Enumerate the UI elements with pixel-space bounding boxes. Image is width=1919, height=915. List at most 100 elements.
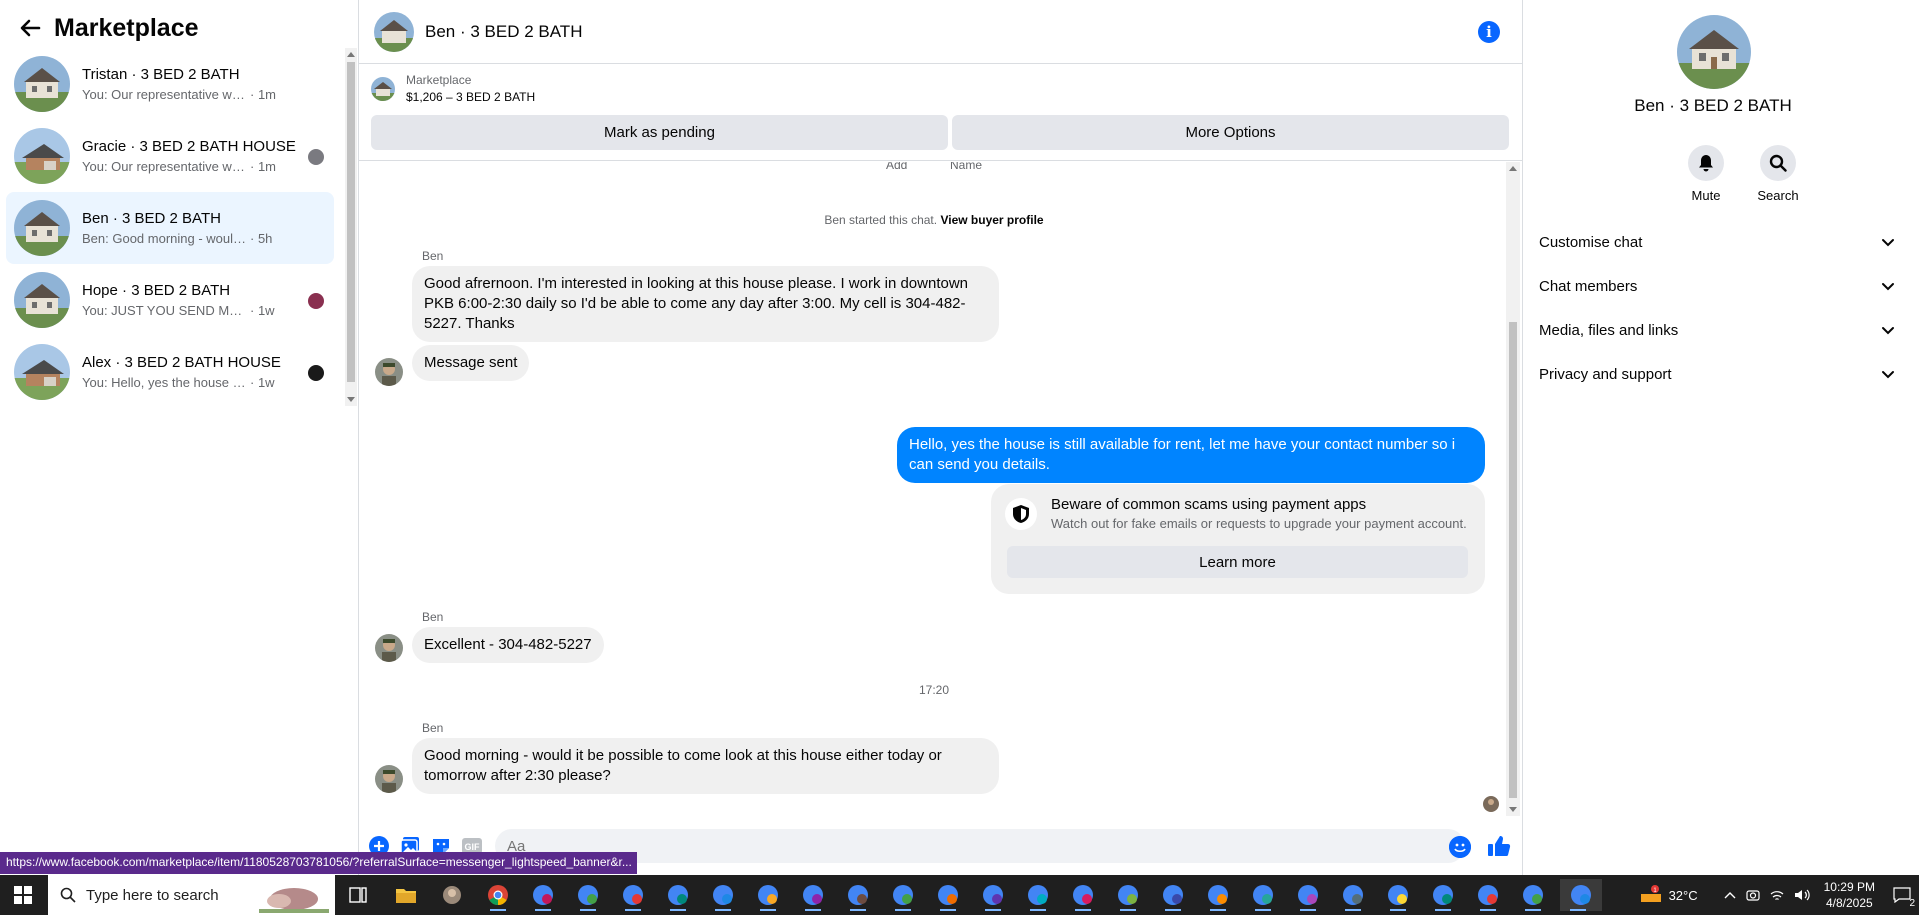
chrome-profile-icon[interactable] bbox=[1020, 879, 1056, 911]
chrome-profile-icon[interactable] bbox=[1335, 879, 1371, 911]
chrome-profile-icon[interactable] bbox=[1290, 879, 1326, 911]
taskbar-search-box[interactable]: Type here to search bbox=[48, 875, 335, 915]
chrome-profile-icon[interactable] bbox=[1245, 879, 1281, 911]
sender-name: Ben bbox=[422, 610, 444, 624]
chrome-profile-icon[interactable] bbox=[930, 879, 966, 911]
chevron-up-icon[interactable] bbox=[1724, 891, 1736, 899]
app-icon[interactable] bbox=[434, 879, 470, 911]
section-label: Media, files and links bbox=[1539, 321, 1679, 339]
chat-members-section[interactable]: Chat members bbox=[1539, 266, 1895, 306]
media-files-links-section[interactable]: Media, files and links bbox=[1539, 310, 1895, 350]
chrome-profile-icon[interactable] bbox=[705, 879, 741, 911]
sidebar-scrollbar[interactable] bbox=[345, 48, 357, 406]
cut-off-label: Name bbox=[950, 162, 983, 172]
sender-avatar[interactable] bbox=[375, 358, 403, 386]
chat-header: Ben · 3 BED 2 BATH i bbox=[359, 0, 1522, 64]
info-icon[interactable]: i bbox=[1478, 21, 1500, 43]
message-input[interactable] bbox=[495, 829, 1465, 863]
message-timestamp: 17:20 bbox=[918, 683, 950, 697]
weather-icon[interactable]: 1 bbox=[1639, 884, 1663, 906]
conversation-list: Tristan · 3 BED 2 BATH You: Our represen… bbox=[6, 48, 334, 408]
chrome-profile-icon[interactable] bbox=[1155, 879, 1191, 911]
profile-name: Ben · 3 BED 2 BATH bbox=[1634, 96, 1792, 115]
scam-warning-title: Beware of common scams using payment app… bbox=[1051, 496, 1367, 513]
svg-text:GIF: GIF bbox=[465, 842, 481, 852]
section-label: Privacy and support bbox=[1539, 365, 1672, 383]
file-explorer-icon[interactable] bbox=[388, 879, 424, 911]
learn-more-button[interactable]: Learn more bbox=[1007, 546, 1468, 578]
chrome-profile-icon[interactable] bbox=[1380, 879, 1416, 911]
chat-details-panel: Ben · 3 BED 2 BATH Mute Search Customise… bbox=[1522, 0, 1919, 875]
conversation-preview: You: Our representative will con... bbox=[82, 159, 247, 174]
chat-title[interactable]: Ben · 3 BED 2 BATH bbox=[425, 22, 582, 42]
chrome-profile-icon[interactable] bbox=[795, 879, 831, 911]
thread-scrollbar[interactable] bbox=[1506, 162, 1520, 816]
thumbs-up-icon[interactable] bbox=[1486, 833, 1512, 859]
conversation-item[interactable]: Hope · 3 BED 2 BATH You: JUST YOU SEND M… bbox=[6, 264, 334, 336]
system-tray: 1 32°C 10:29 PM 4/8/2025 2 bbox=[1639, 875, 1919, 915]
chrome-profile-icon[interactable] bbox=[660, 879, 696, 911]
conversation-name: Tristan · 3 BED 2 BATH bbox=[82, 66, 240, 83]
listing-thumbnail bbox=[14, 128, 70, 184]
conversation-item-selected[interactable]: Ben · 3 BED 2 BATH Ben: Good morning - w… bbox=[6, 192, 334, 264]
notification-center-icon[interactable]: 2 bbox=[1885, 875, 1919, 915]
chrome-profile-icon[interactable] bbox=[1425, 879, 1461, 911]
temperature[interactable]: 32°C bbox=[1669, 888, 1698, 903]
listing-thumbnail[interactable] bbox=[371, 76, 395, 101]
privacy-support-section[interactable]: Privacy and support bbox=[1539, 354, 1895, 394]
mark-as-pending-button[interactable]: Mark as pending bbox=[371, 115, 948, 150]
conversation-item[interactable]: Tristan · 3 BED 2 BATH You: Our represen… bbox=[6, 48, 334, 120]
conversation-sidebar: Marketplace Tristan · 3 BED 2 BATH You: … bbox=[0, 0, 359, 875]
clock-time: 10:29 PM bbox=[1823, 880, 1875, 894]
incoming-message: Good morning - would it be possible to c… bbox=[412, 738, 999, 794]
more-options-button[interactable]: More Options bbox=[952, 115, 1509, 150]
search-icon[interactable] bbox=[1760, 145, 1796, 181]
conversation-item[interactable]: Gracie · 3 BED 2 BATH HOUSE You: Our rep… bbox=[6, 120, 334, 192]
conversation-name: Gracie · 3 BED 2 BATH HOUSE bbox=[82, 138, 296, 155]
chrome-profile-icon[interactable] bbox=[615, 879, 651, 911]
chrome-profile-icon[interactable] bbox=[885, 879, 921, 911]
bell-icon[interactable] bbox=[1688, 145, 1724, 181]
mute-action[interactable]: Mute bbox=[1676, 145, 1736, 203]
customise-chat-section[interactable]: Customise chat bbox=[1539, 222, 1895, 262]
back-arrow-icon[interactable] bbox=[16, 14, 44, 42]
incoming-message: Excellent - 304-482-5227 bbox=[412, 627, 604, 663]
view-buyer-profile-link[interactable]: View buyer profile bbox=[940, 213, 1043, 227]
taskbar-clock[interactable]: 10:29 PM 4/8/2025 bbox=[1824, 879, 1875, 911]
search-action[interactable]: Search bbox=[1748, 145, 1808, 203]
chrome-profile-icon[interactable] bbox=[975, 879, 1011, 911]
chrome-icon[interactable] bbox=[480, 879, 516, 911]
marketplace-banner: Marketplace $1,206 – 3 BED 2 BATH Mark a… bbox=[359, 65, 1522, 161]
speaker-icon[interactable] bbox=[1794, 888, 1810, 902]
chat-avatar[interactable] bbox=[374, 11, 414, 52]
chrome-profile-icon[interactable] bbox=[1470, 879, 1506, 911]
sender-avatar[interactable] bbox=[375, 634, 403, 662]
chat-started-notice: Ben started this chat. View buyer profil… bbox=[359, 213, 1509, 227]
listing-price-title[interactable]: $1,206 – 3 BED 2 BATH bbox=[406, 90, 535, 104]
chevron-down-icon bbox=[1882, 283, 1894, 291]
shield-icon bbox=[1005, 498, 1037, 530]
chrome-profile-icon-active[interactable] bbox=[1560, 879, 1602, 911]
listing-thumbnail bbox=[14, 272, 70, 328]
chrome-profile-icon[interactable] bbox=[1065, 879, 1101, 911]
chrome-profile-icon[interactable] bbox=[525, 879, 561, 911]
camera-icon[interactable] bbox=[1746, 888, 1760, 902]
section-label: Customise chat bbox=[1539, 233, 1643, 251]
profile-avatar[interactable] bbox=[1677, 15, 1751, 89]
task-view-icon[interactable] bbox=[340, 879, 376, 911]
windows-start-icon[interactable] bbox=[0, 875, 45, 915]
chrome-profile-icon[interactable] bbox=[570, 879, 606, 911]
sender-avatar[interactable] bbox=[375, 765, 403, 793]
emoji-icon[interactable] bbox=[1449, 836, 1471, 858]
chrome-profile-icon[interactable] bbox=[840, 879, 876, 911]
conversation-name: Hope · 3 BED 2 BATH bbox=[82, 282, 231, 299]
chevron-down-icon bbox=[1882, 371, 1894, 379]
conversation-preview: Ben: Good morning - would it be p... bbox=[82, 231, 247, 246]
seen-avatar bbox=[308, 293, 324, 309]
wifi-icon[interactable] bbox=[1770, 889, 1784, 901]
chrome-profile-icon[interactable] bbox=[1200, 879, 1236, 911]
chrome-profile-icon[interactable] bbox=[750, 879, 786, 911]
chrome-profile-icon[interactable] bbox=[1515, 879, 1551, 911]
chrome-profile-icon[interactable] bbox=[1110, 879, 1146, 911]
conversation-item[interactable]: Alex · 3 BED 2 BATH HOUSE You: Hello, ye… bbox=[6, 336, 334, 408]
